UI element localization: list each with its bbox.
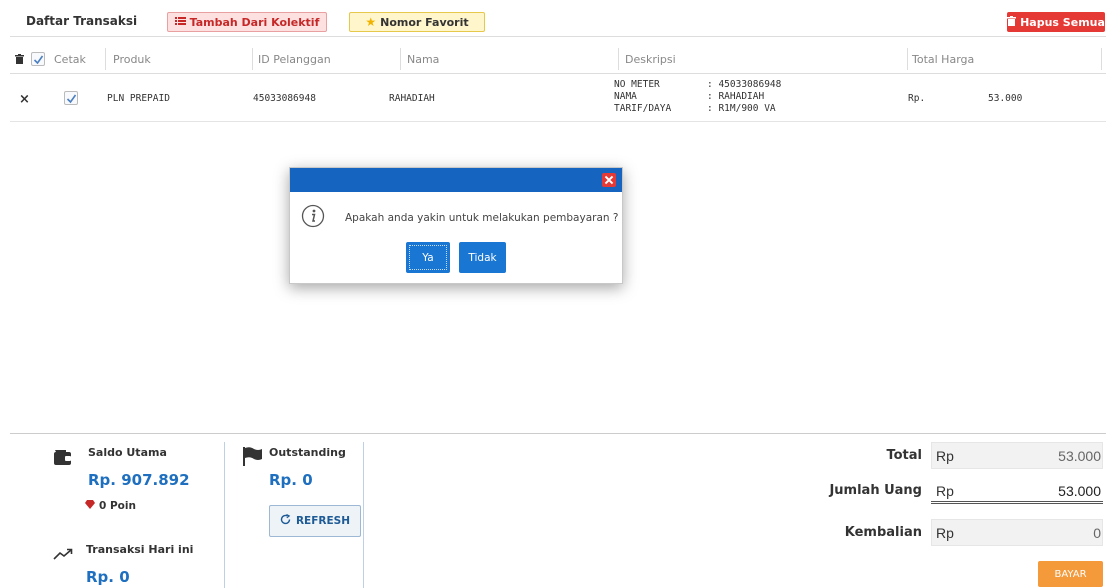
remove-row-icon[interactable]: × bbox=[19, 92, 30, 107]
confirm-no-button[interactable]: Tidak bbox=[459, 242, 506, 273]
nomor-favorit-button[interactable]: ★ Nomor Favorit bbox=[349, 12, 485, 32]
col-divider bbox=[400, 48, 401, 70]
total-label: Total bbox=[886, 448, 922, 463]
desc-key-tarif: TARIF/DAYA bbox=[614, 103, 672, 114]
row-checkbox[interactable] bbox=[64, 91, 78, 105]
outstanding-label: Outstanding bbox=[269, 446, 346, 459]
trend-up-icon bbox=[53, 545, 73, 564]
transaksi-label: Transaksi Hari ini bbox=[86, 543, 194, 556]
star-icon: ★ bbox=[365, 15, 377, 29]
desc-val-meter: : 45033086948 bbox=[707, 79, 782, 90]
desc-val-nama: : RAHADIAH bbox=[707, 91, 765, 102]
delete-all-icon[interactable] bbox=[15, 54, 24, 67]
kembalian-label: Kembalian bbox=[844, 525, 922, 540]
table-row[interactable]: × PLN PREPAID 45033086948 RAHADIAH NO ME… bbox=[10, 76, 1106, 122]
col-deskripsi: Deskripsi bbox=[625, 53, 676, 66]
kembalian-box bbox=[931, 519, 1103, 546]
summary-panel: Saldo Utama Rp. 907.892 0 Poin Transaksi… bbox=[10, 433, 1106, 588]
select-all-checkbox[interactable] bbox=[31, 52, 45, 66]
kembalian-value: 0 bbox=[1093, 525, 1101, 541]
jumlah-value: 53.000 bbox=[1058, 483, 1101, 499]
dialog-header bbox=[290, 168, 622, 192]
total-currency: Rp bbox=[936, 448, 954, 464]
cell-id-pelanggan: 45033086948 bbox=[253, 93, 316, 104]
table-header: Cetak Produk ID Pelanggan Nama Deskripsi… bbox=[10, 46, 1106, 74]
total-value: 53.000 bbox=[1058, 448, 1101, 464]
cell-currency: Rp. bbox=[908, 93, 926, 104]
col-total-harga: Total Harga bbox=[912, 53, 975, 66]
poin-badge: 0 Poin bbox=[85, 500, 136, 512]
dialog-message: Apakah anda yakin untuk melakukan pembay… bbox=[345, 212, 619, 224]
saldo-value: Rp. 907.892 bbox=[88, 471, 190, 489]
desc-key-meter: NO METER bbox=[614, 79, 660, 90]
jumlah-label: Jumlah Uang bbox=[829, 483, 922, 498]
confirm-dialog: Apakah anda yakin untuk melakukan pembay… bbox=[289, 167, 623, 284]
page-title: Daftar Transaksi bbox=[26, 14, 138, 28]
col-divider bbox=[252, 48, 253, 70]
gem-icon bbox=[85, 500, 95, 512]
col-cetak: Cetak bbox=[54, 53, 86, 66]
cell-nama: RAHADIAH bbox=[389, 93, 435, 104]
transaction-page: Daftar Transaksi Tambah Dari Kolektif ★ … bbox=[0, 0, 1116, 588]
cell-produk: PLN PREPAID bbox=[107, 93, 170, 104]
cell-total: 53.000 bbox=[988, 93, 1023, 104]
hapus-semua-button[interactable]: Hapus Semua bbox=[1007, 12, 1105, 32]
panel-divider bbox=[363, 442, 364, 588]
col-divider bbox=[1101, 48, 1102, 70]
refresh-label: REFRESH bbox=[295, 515, 351, 527]
saldo-label: Saldo Utama bbox=[88, 446, 167, 459]
trash-icon bbox=[1007, 15, 1017, 29]
hapus-semua-label: Hapus Semua bbox=[1020, 15, 1105, 29]
toolbar: Daftar Transaksi Tambah Dari Kolektif ★ … bbox=[10, 7, 1106, 37]
desc-val-tarif: : R1M/900 VA bbox=[707, 103, 776, 114]
flag-icon bbox=[243, 447, 263, 470]
col-id-pelanggan: ID Pelanggan bbox=[258, 53, 331, 66]
transaksi-value: Rp. 0 bbox=[86, 568, 130, 586]
col-divider bbox=[105, 48, 106, 70]
col-divider bbox=[907, 48, 908, 70]
kembalian-currency: Rp bbox=[936, 525, 954, 541]
jumlah-currency: Rp bbox=[936, 483, 954, 499]
wallet-icon bbox=[53, 448, 72, 470]
tambah-kolektif-button[interactable]: Tambah Dari Kolektif bbox=[167, 12, 327, 32]
refresh-icon bbox=[280, 513, 291, 528]
close-icon[interactable] bbox=[602, 173, 616, 187]
tambah-kolektif-label: Tambah Dari Kolektif bbox=[189, 15, 320, 29]
nomor-favorit-label: Nomor Favorit bbox=[380, 15, 469, 29]
bayar-button[interactable]: BAYAR bbox=[1038, 561, 1103, 587]
desc-key-nama: NAMA bbox=[614, 91, 637, 102]
col-divider bbox=[618, 48, 619, 70]
col-nama: Nama bbox=[407, 53, 440, 66]
confirm-yes-button[interactable]: Ya bbox=[406, 242, 450, 273]
col-produk: Produk bbox=[113, 53, 151, 66]
info-icon bbox=[301, 204, 325, 228]
list-icon bbox=[174, 16, 186, 29]
outstanding-value: Rp. 0 bbox=[269, 471, 313, 489]
panel-divider bbox=[224, 442, 225, 588]
refresh-button[interactable]: REFRESH bbox=[269, 505, 361, 537]
poin-value: 0 Poin bbox=[99, 500, 136, 512]
